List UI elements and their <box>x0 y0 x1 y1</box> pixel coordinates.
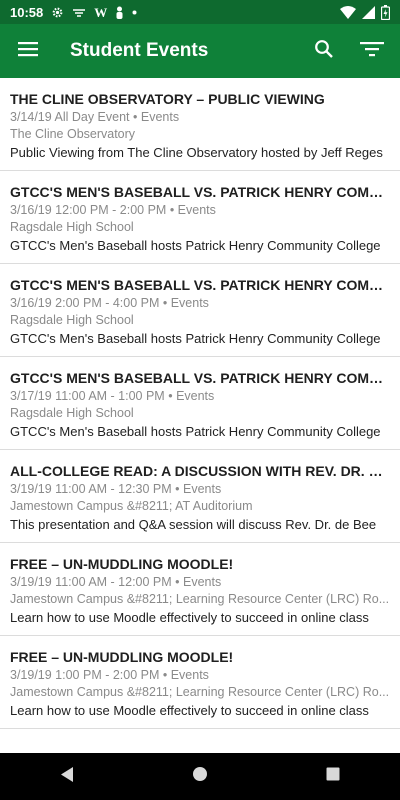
event-title: GTCC'S MEN'S BASEBALL VS. PATRICK HENRY … <box>10 184 390 200</box>
event-description: Learn how to use Moodle effectively to s… <box>10 610 369 625</box>
event-datetime-text: 3/14/19 All Day Event <box>10 110 130 124</box>
app-bar: Student Events <box>0 24 400 78</box>
event-datetime-text: 3/17/19 11:00 AM - 1:00 PM <box>10 389 165 403</box>
search-button[interactable] <box>300 24 348 78</box>
battery-icon <box>381 4 390 20</box>
event-datetime-text: 3/16/19 2:00 PM - 4:00 PM <box>10 296 160 310</box>
event-title: GTCC'S MEN'S BASEBALL VS. PATRICK HENRY … <box>10 370 390 386</box>
search-icon <box>314 39 334 64</box>
event-datetime: 3/17/19 11:00 AM - 1:00 PM • Events <box>10 389 215 403</box>
recents-icon <box>326 767 340 786</box>
wifi-icon <box>340 5 356 19</box>
event-location: Ragsdale High School <box>10 313 134 327</box>
menu-button[interactable] <box>0 24 56 78</box>
event-title: THE CLINE OBSERVATORY – PUBLIC VIEWING <box>10 91 325 107</box>
back-button[interactable] <box>37 753 97 800</box>
back-icon <box>59 766 75 788</box>
dot-icon <box>132 10 137 15</box>
event-datetime: 3/19/19 1:00 PM - 2:00 PM • Events <box>10 668 209 682</box>
event-category: Events <box>177 203 216 217</box>
event-item[interactable]: GTCC'S MEN'S BASEBALL VS. PATRICK HENRY … <box>0 264 400 357</box>
event-category: Events <box>176 389 215 403</box>
event-description: GTCC's Men's Baseball hosts Patrick Henr… <box>10 331 381 346</box>
recents-button[interactable] <box>303 753 363 800</box>
signal-icon <box>362 5 375 19</box>
event-datetime: 3/19/19 11:00 AM - 12:30 PM • Events <box>10 482 222 496</box>
status-time: 10:58 <box>10 4 44 20</box>
event-item[interactable]: GTCC'S MEN'S BASEBALL VS. PATRICK HENRY … <box>0 357 400 450</box>
event-datetime-text: 3/19/19 1:00 PM - 2:00 PM <box>10 668 160 682</box>
event-location: Jamestown Campus &#8211; Learning Resour… <box>10 685 390 699</box>
event-item[interactable]: ALL-COLLEGE READ: A DISCUSSION WITH REV.… <box>0 450 400 543</box>
event-category: Events <box>170 668 209 682</box>
event-datetime: 3/16/19 12:00 PM - 2:00 PM • Events <box>10 203 216 217</box>
hamburger-icon <box>18 41 38 62</box>
event-category: Events <box>183 575 222 589</box>
event-list[interactable]: THE CLINE OBSERVATORY – PUBLIC VIEWING 3… <box>0 78 400 753</box>
event-datetime: 3/19/19 11:00 AM - 12:00 PM • Events <box>10 575 222 589</box>
filter-icon <box>360 41 384 62</box>
event-datetime-text: 3/19/19 11:00 AM - 12:00 PM <box>10 575 172 589</box>
event-title: ALL-COLLEGE READ: A DISCUSSION WITH REV.… <box>10 463 390 479</box>
event-location: Ragsdale High School <box>10 406 134 420</box>
gear-icon <box>51 6 64 19</box>
event-title: GTCC'S MEN'S BASEBALL VS. PATRICK HENRY … <box>10 277 390 293</box>
event-description: GTCC's Men's Baseball hosts Patrick Henr… <box>10 424 381 439</box>
system-nav-bar <box>0 753 400 800</box>
event-datetime: 3/14/19 All Day Event • Events <box>10 110 180 124</box>
event-item[interactable]: THE CLINE OBSERVATORY – PUBLIC VIEWING 3… <box>0 78 400 171</box>
home-button[interactable] <box>170 753 230 800</box>
event-datetime-text: 3/16/19 12:00 PM - 2:00 PM <box>10 203 167 217</box>
event-description: Learn how to use Moodle effectively to s… <box>10 703 369 718</box>
filter-button[interactable] <box>348 24 396 78</box>
event-item[interactable]: FREE – UN-MUDDLING MOODLE! 3/19/19 1:00 … <box>0 636 400 729</box>
w-icon: W <box>94 4 108 20</box>
event-location: The Cline Observatory <box>10 127 136 141</box>
hidden-network-icon <box>72 7 86 18</box>
event-category: Events <box>183 482 222 496</box>
event-category: Events <box>170 296 209 310</box>
event-description: GTCC's Men's Baseball hosts Patrick Henr… <box>10 238 381 253</box>
event-description: Public Viewing from The Cline Observator… <box>10 145 383 160</box>
event-datetime-text: 3/19/19 11:00 AM - 12:30 PM <box>10 482 172 496</box>
event-item[interactable]: FREE – UN-MUDDLING MOODLE! 3/19/19 11:00… <box>0 543 400 636</box>
status-left: 10:58 W <box>10 5 137 20</box>
event-datetime: 3/16/19 2:00 PM - 4:00 PM • Events <box>10 296 209 310</box>
event-category: Events <box>140 110 180 124</box>
status-bar: 10:58 W <box>0 0 400 24</box>
home-icon <box>192 766 208 787</box>
event-location: Jamestown Campus &#8211; Learning Resour… <box>10 592 390 606</box>
event-title: FREE – UN-MUDDLING MOODLE! <box>10 556 234 572</box>
page-title: Student Events <box>70 40 209 61</box>
event-description: This presentation and Q&A session will d… <box>10 517 377 532</box>
event-title: FREE – UN-MUDDLING MOODLE! <box>10 649 234 665</box>
event-item[interactable]: GTCC'S MEN'S BASEBALL VS. PATRICK HENRY … <box>0 171 400 264</box>
event-location: Ragsdale High School <box>10 220 134 234</box>
person-icon <box>115 6 124 19</box>
event-location: Jamestown Campus &#8211; AT Auditorium <box>10 499 253 513</box>
status-right <box>340 4 390 20</box>
